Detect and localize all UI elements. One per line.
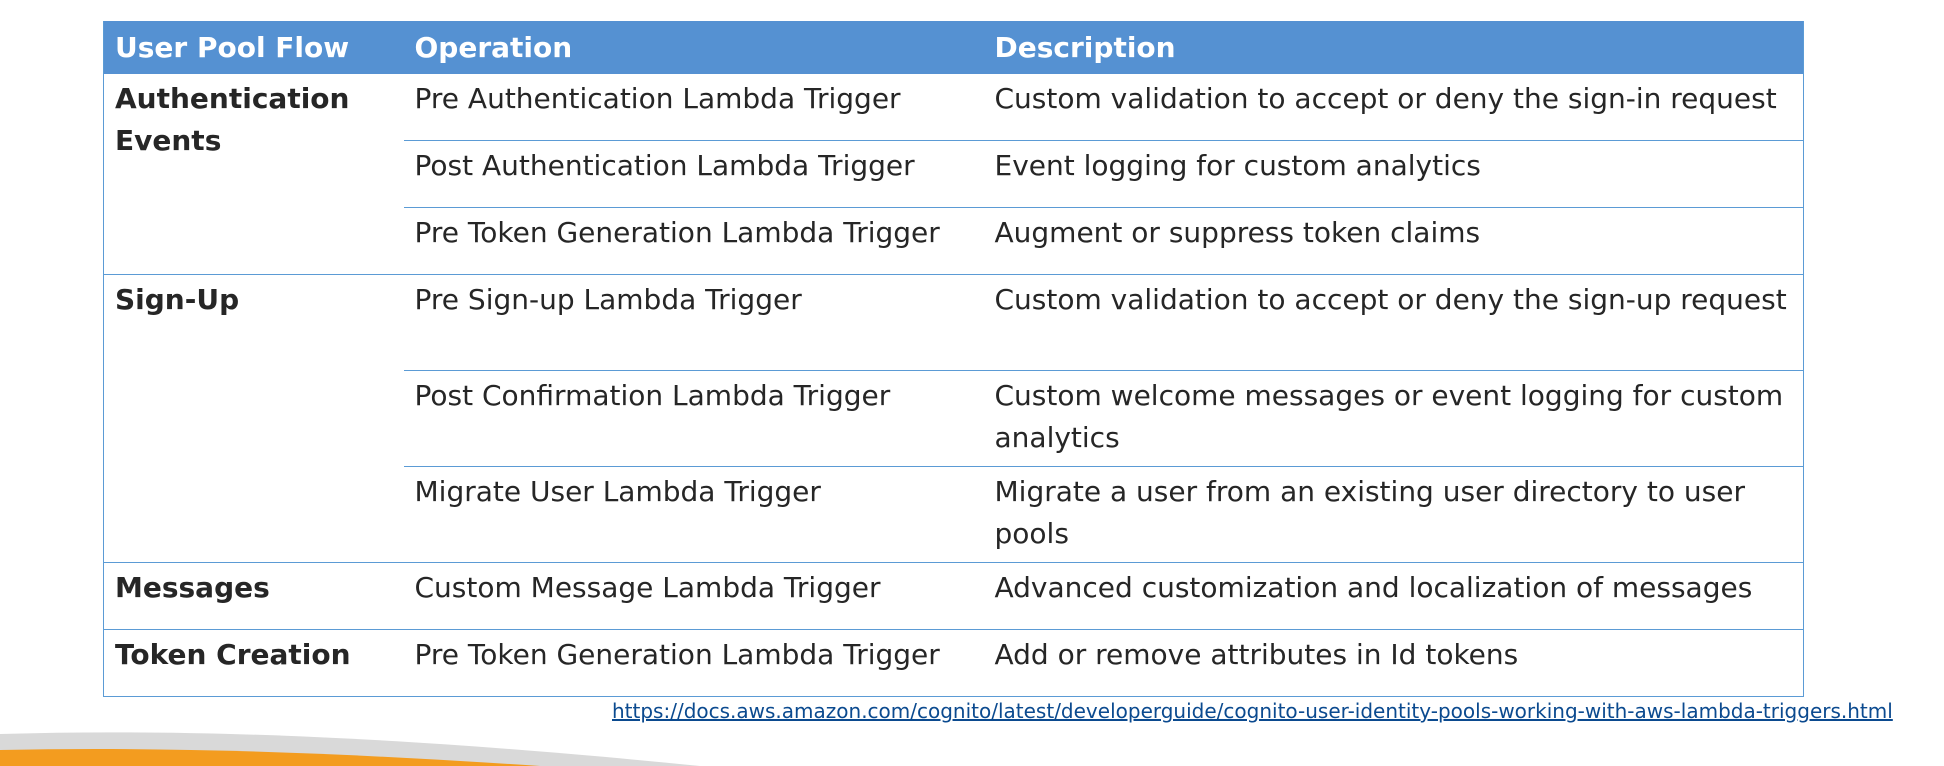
table-row: Sign-Up Pre Sign-up Lambda Trigger Custo… (103, 274, 1804, 563)
lambda-triggers-table: User Pool Flow Operation Description Aut… (103, 21, 1804, 697)
header-operation: Operation (403, 21, 984, 74)
description-cell: Custom validation to accept or deny the … (994, 82, 1777, 115)
operation-cell: Post Authentication Lambda Trigger (403, 140, 984, 208)
table-row: Messages Custom Message Lambda Trigger A… (103, 562, 1804, 630)
flow-cell: Messages (103, 562, 404, 630)
operation-cell: Pre Token Generation Lambda Trigger (403, 629, 984, 697)
operation-cell: Post Confirmation Lambda Trigger (403, 370, 984, 467)
description-cell: Event logging for custom analytics (983, 140, 1804, 208)
header-user-pool-flow: User Pool Flow (103, 21, 404, 74)
operation-cell: Custom Message Lambda Trigger (403, 562, 984, 630)
header-description: Description (983, 21, 1804, 74)
description-cell: Add or remove attributes in Id tokens (983, 629, 1804, 697)
operation-cell: Migrate User Lambda Trigger (403, 466, 984, 563)
description-cell: Augment or suppress token claims (983, 207, 1804, 275)
table-header-row: User Pool Flow Operation Description (103, 21, 1804, 74)
flow-cell: Sign-Up (103, 274, 404, 563)
description-cell: Custom validation to accept or deny the … (983, 274, 1804, 371)
description-cell: Advanced customization and localization … (983, 562, 1804, 630)
description-cell: Migrate a user from an existing user dir… (983, 466, 1804, 563)
source-link[interactable]: https://docs.aws.amazon.com/cognito/late… (612, 699, 1893, 723)
table-row: Token Creation Pre Token Generation Lamb… (103, 629, 1804, 697)
operation-cell: Pre Token Generation Lambda Trigger (403, 207, 984, 275)
table-row: Authentication Events Pre Authentication… (104, 74, 1804, 157)
operation-cell: Pre Authentication Lambda Trigger (414, 82, 901, 115)
decorative-swoosh (0, 732, 700, 766)
flow-cell: Authentication Events (115, 82, 350, 157)
flow-cell: Token Creation (103, 629, 404, 697)
operation-cell: Pre Sign-up Lambda Trigger (403, 274, 984, 371)
description-cell: Custom welcome messages or event logging… (983, 370, 1804, 467)
